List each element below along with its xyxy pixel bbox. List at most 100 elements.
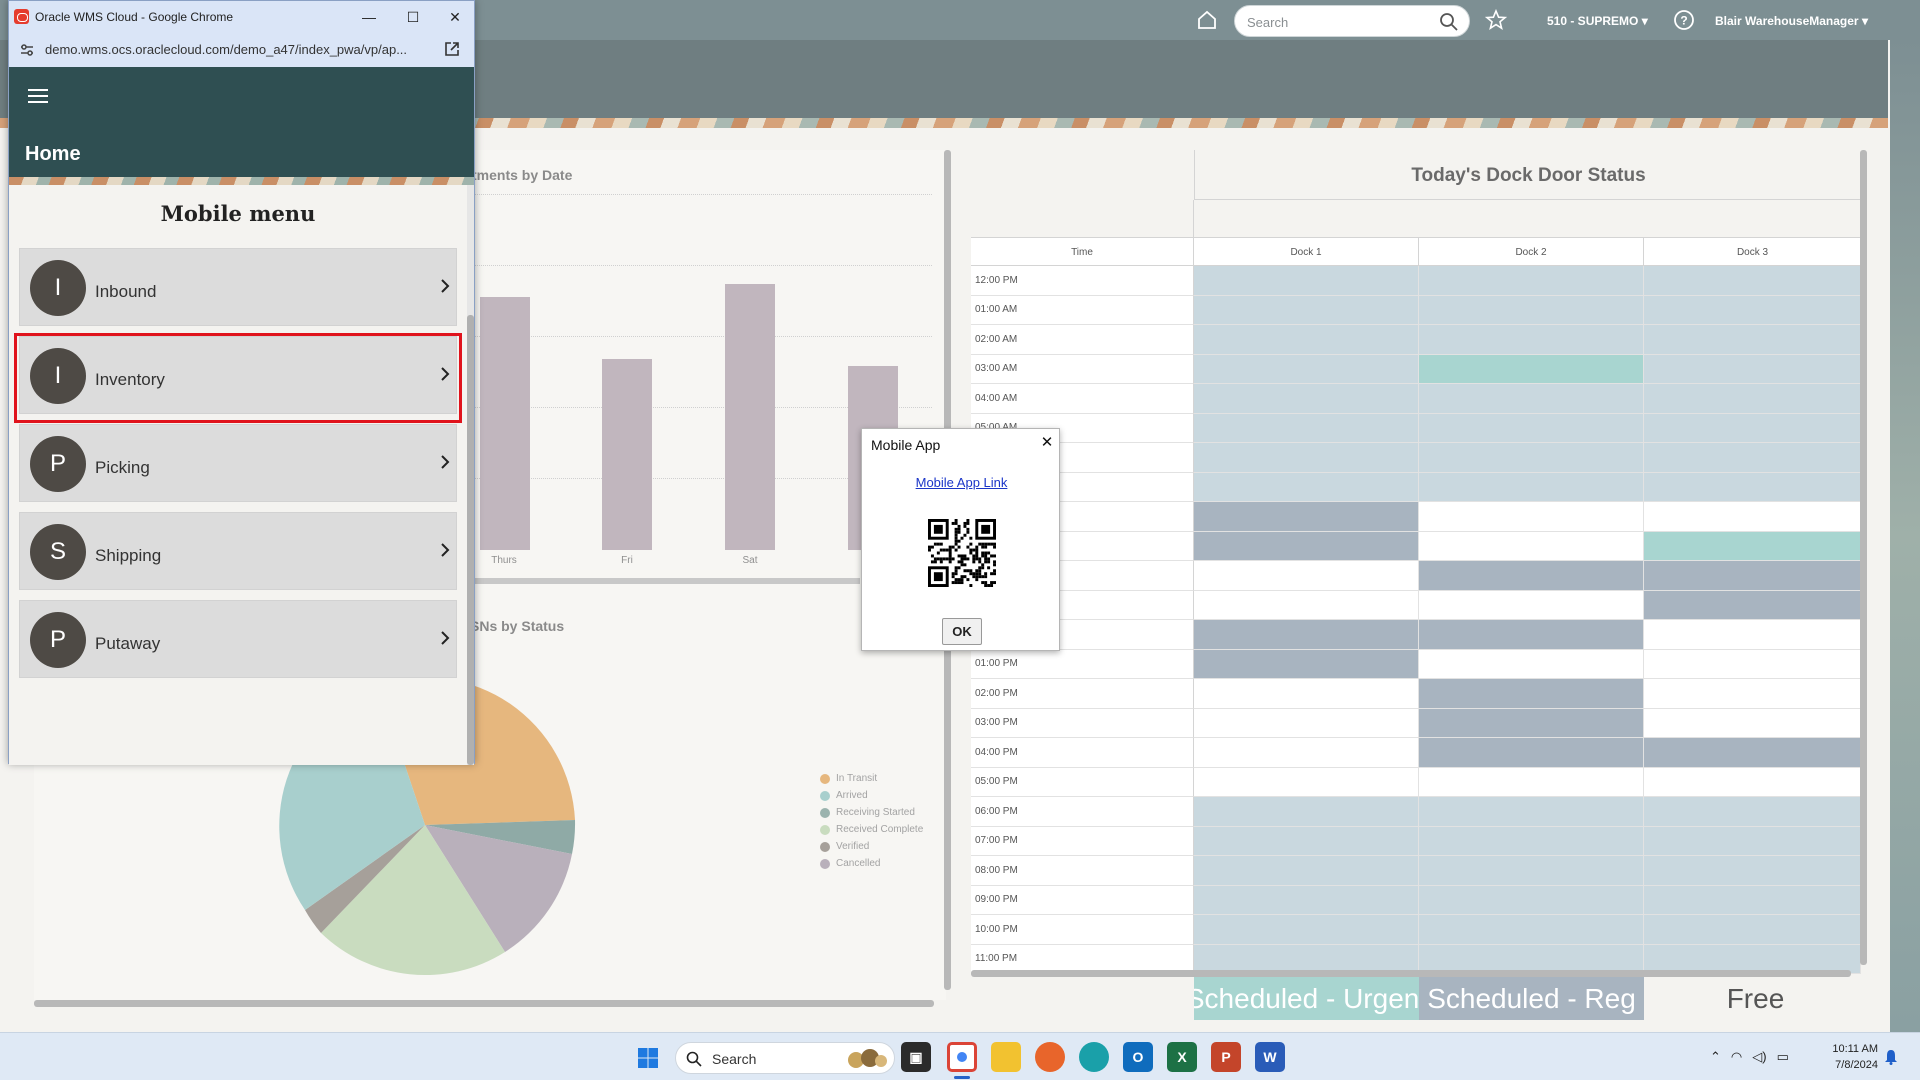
dock-slot-cell[interactable] <box>1419 738 1644 768</box>
dock-slot-cell[interactable] <box>1644 767 1861 797</box>
powerpoint-icon[interactable]: P <box>1211 1042 1241 1072</box>
dock-slot-cell[interactable] <box>1419 885 1644 915</box>
dock-slot-cell[interactable] <box>1644 826 1861 856</box>
menu-item-inbound[interactable]: I Inbound <box>19 248 457 326</box>
legend-item[interactable]: Cancelled <box>820 855 923 872</box>
help-icon[interactable]: ? <box>1673 9 1695 31</box>
dock-slot-cell[interactable] <box>1644 443 1861 473</box>
volume-icon[interactable]: ◁) <box>1752 1049 1766 1065</box>
dock-slot-cell[interactable] <box>1644 649 1861 679</box>
dock-slot-cell[interactable] <box>1419 679 1644 709</box>
dock-slot-cell[interactable] <box>1644 885 1861 915</box>
hamburger-menu-icon[interactable] <box>27 87 49 105</box>
notification-bell-icon[interactable] <box>1884 1049 1898 1065</box>
dock-slot-cell[interactable] <box>1194 649 1419 679</box>
dock-slot-cell[interactable] <box>1644 325 1861 355</box>
dock-slot-cell[interactable] <box>1644 738 1861 768</box>
charts-horizontal-scrollbar[interactable] <box>34 1000 934 1007</box>
dock-slot-cell[interactable] <box>1194 561 1419 591</box>
dock-slot-cell[interactable] <box>1194 295 1419 325</box>
file-explorer-icon[interactable] <box>991 1042 1021 1072</box>
dock-slot-cell[interactable] <box>1419 915 1644 945</box>
chrome-titlebar[interactable]: Oracle WMS Cloud - Google Chrome — ☐ ✕ <box>9 1 474 32</box>
legend-item[interactable]: Receiving Started <box>820 804 923 821</box>
dock-slot-cell[interactable] <box>1194 738 1419 768</box>
address-bar[interactable]: demo.wms.ocs.oraclecloud.com/demo_a47/in… <box>9 32 474 67</box>
dock-slot-cell[interactable] <box>1194 885 1419 915</box>
dock-slot-cell[interactable] <box>1419 797 1644 827</box>
dock-slot-cell[interactable] <box>1194 354 1419 384</box>
dock-slot-cell[interactable] <box>1644 354 1861 384</box>
dock-slot-cell[interactable] <box>1194 266 1419 296</box>
word-icon[interactable]: W <box>1255 1042 1285 1072</box>
dock-slot-cell[interactable] <box>1644 708 1861 738</box>
dock-horizontal-scrollbar[interactable] <box>971 970 1851 977</box>
mobile-app-link[interactable]: Mobile App Link <box>862 475 1061 490</box>
menu-item-picking[interactable]: P Picking <box>19 424 457 502</box>
user-menu[interactable]: Blair WarehouseManager ▾ <box>1715 14 1868 28</box>
chevron-up-icon[interactable]: ⌃ <box>1710 1049 1721 1065</box>
dock-slot-cell[interactable] <box>1194 620 1419 650</box>
dock-slot-cell[interactable] <box>1194 679 1419 709</box>
task-view-icon[interactable]: ▣ <box>901 1042 931 1072</box>
taskbar-clock[interactable]: 10:11 AM 7/8/2024 <box>1818 1041 1878 1073</box>
dock-slot-cell[interactable] <box>1644 679 1861 709</box>
minimize-button[interactable]: — <box>351 5 387 29</box>
maximize-button[interactable]: ☐ <box>395 5 431 29</box>
dock-slot-cell[interactable] <box>1194 915 1419 945</box>
dock-slot-cell[interactable] <box>1419 413 1644 443</box>
ok-button[interactable]: OK <box>942 618 982 645</box>
url-text[interactable]: demo.wms.ocs.oraclecloud.com/demo_a47/in… <box>45 42 407 57</box>
dock-slot-cell[interactable] <box>1419 708 1644 738</box>
legend-item[interactable]: Arrived <box>820 787 923 804</box>
dock-slot-cell[interactable] <box>1194 856 1419 886</box>
dock-slot-cell[interactable] <box>1419 384 1644 414</box>
dock-slot-cell[interactable] <box>1419 826 1644 856</box>
dock-slot-cell[interactable] <box>1194 413 1419 443</box>
dock-slot-cell[interactable] <box>1194 325 1419 355</box>
dock-slot-cell[interactable] <box>1644 620 1861 650</box>
battery-icon[interactable]: ▭ <box>1777 1049 1789 1065</box>
dock-slot-cell[interactable] <box>1194 531 1419 561</box>
dock-slot-cell[interactable] <box>1419 590 1644 620</box>
firefox-icon[interactable] <box>1035 1042 1065 1072</box>
home-icon[interactable] <box>1196 9 1218 31</box>
dock-slot-cell[interactable] <box>1419 620 1644 650</box>
dock-slot-cell[interactable] <box>1194 708 1419 738</box>
facility-selector[interactable]: 510 - SUPREMO ▾ <box>1547 14 1648 28</box>
star-icon[interactable] <box>1485 9 1507 31</box>
dock-slot-cell[interactable] <box>1644 856 1861 886</box>
dock-slot-cell[interactable] <box>1644 384 1861 414</box>
dock-slot-cell[interactable] <box>1194 472 1419 502</box>
scrollbar-thumb[interactable] <box>467 315 474 765</box>
dock-slot-cell[interactable] <box>1419 502 1644 532</box>
dock-slot-cell[interactable] <box>1419 354 1644 384</box>
dock-slot-cell[interactable] <box>1194 590 1419 620</box>
bar-chart-scrollbar[interactable] <box>470 578 860 584</box>
site-settings-icon[interactable] <box>19 42 35 58</box>
dock-slot-cell[interactable] <box>1644 266 1861 296</box>
chrome-taskbar-icon[interactable] <box>947 1042 977 1072</box>
legend-item[interactable]: In Transit <box>820 770 923 787</box>
windows-start-icon[interactable] <box>637 1047 659 1069</box>
dock-slot-cell[interactable] <box>1194 502 1419 532</box>
wifi-icon[interactable]: ◠ <box>1731 1049 1742 1065</box>
mobile-scrollbar[interactable] <box>467 185 474 765</box>
dock-slot-cell[interactable] <box>1194 797 1419 827</box>
dock-slot-cell[interactable] <box>1644 413 1861 443</box>
search-icon[interactable] <box>1439 12 1459 32</box>
legend-item[interactable]: Received Complete <box>820 821 923 838</box>
excel-icon[interactable]: X <box>1167 1042 1197 1072</box>
dock-slot-cell[interactable] <box>1419 856 1644 886</box>
dock-slot-cell[interactable] <box>1644 561 1861 591</box>
dock-slot-cell[interactable] <box>1419 266 1644 296</box>
dock-slot-cell[interactable] <box>1644 472 1861 502</box>
dock-slot-cell[interactable] <box>1194 384 1419 414</box>
menu-item-putaway[interactable]: P Putaway <box>19 600 457 678</box>
dock-vertical-scrollbar[interactable] <box>1860 150 1867 965</box>
dock-slot-cell[interactable] <box>1644 797 1861 827</box>
outlook-icon[interactable]: O <box>1123 1042 1153 1072</box>
dialog-close-icon[interactable]: ✕ <box>1038 433 1056 451</box>
dock-slot-cell[interactable] <box>1419 649 1644 679</box>
dock-slot-cell[interactable] <box>1194 443 1419 473</box>
